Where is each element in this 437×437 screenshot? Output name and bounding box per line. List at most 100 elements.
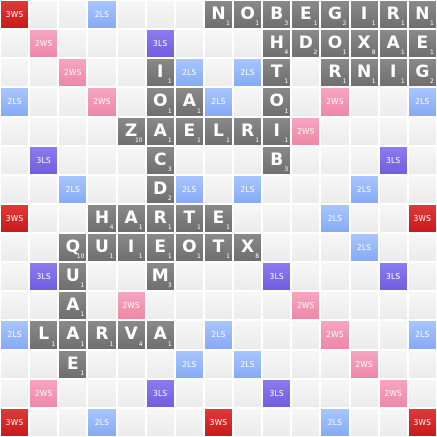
letter-tile[interactable]: E1 [291, 0, 321, 30]
board-square[interactable] [29, 0, 59, 30]
premium-square[interactable]: 2LS [233, 349, 263, 379]
board-square[interactable] [0, 262, 30, 292]
board-square[interactable] [407, 116, 437, 146]
letter-tile[interactable]: E1 [58, 349, 88, 379]
board-square[interactable] [378, 320, 408, 350]
board-square[interactable] [203, 349, 233, 379]
board-square[interactable] [174, 378, 204, 408]
letter-tile[interactable]: G2 [320, 0, 350, 30]
board-square[interactable] [116, 378, 146, 408]
letter-tile[interactable]: E1 [407, 29, 437, 59]
letter-tile[interactable]: N1 [349, 58, 379, 88]
board-square[interactable] [291, 320, 321, 350]
letter-tile[interactable]: R1 [378, 0, 408, 30]
board-square[interactable] [291, 58, 321, 88]
board-square[interactable] [58, 378, 88, 408]
letter-tile[interactable]: D2 [145, 174, 175, 204]
premium-square[interactable]: 2LS [320, 407, 350, 437]
letter-tile[interactable]: O1 [145, 87, 175, 117]
board-square[interactable] [320, 174, 350, 204]
board-square[interactable] [29, 87, 59, 117]
board-square[interactable] [291, 262, 321, 292]
letter-tile[interactable]: X8 [349, 29, 379, 59]
letter-tile[interactable]: A1 [116, 203, 146, 233]
premium-square[interactable]: 2LS [174, 349, 204, 379]
board-square[interactable] [291, 174, 321, 204]
letter-tile[interactable]: B3 [262, 145, 292, 175]
letter-tile[interactable]: R1 [233, 116, 263, 146]
board-square[interactable] [203, 58, 233, 88]
board-square[interactable] [407, 233, 437, 263]
board-square[interactable] [233, 262, 263, 292]
premium-square[interactable]: 2WS [291, 291, 321, 321]
letter-tile[interactable]: T1 [262, 58, 292, 88]
board-square[interactable] [407, 174, 437, 204]
premium-square[interactable]: 2WS [29, 29, 59, 59]
board-square[interactable] [291, 233, 321, 263]
letter-tile[interactable]: N1 [407, 0, 437, 30]
premium-square[interactable]: 3LS [145, 378, 175, 408]
letter-tile[interactable]: R1 [87, 320, 117, 350]
board-square[interactable] [116, 174, 146, 204]
board-square[interactable] [320, 145, 350, 175]
premium-square[interactable]: 2WS [291, 116, 321, 146]
premium-square[interactable]: 3WS [0, 203, 30, 233]
letter-tile[interactable]: I1 [145, 58, 175, 88]
board-square[interactable] [0, 58, 30, 88]
premium-square[interactable]: 2LS [87, 0, 117, 30]
board-square[interactable] [349, 407, 379, 437]
board-square[interactable] [0, 349, 30, 379]
premium-square[interactable]: 2WS [320, 320, 350, 350]
board-square[interactable] [58, 0, 88, 30]
letter-tile[interactable]: A1 [145, 320, 175, 350]
board-square[interactable] [29, 233, 59, 263]
letter-tile[interactable]: O1 [262, 87, 292, 117]
board-square[interactable] [0, 174, 30, 204]
letter-tile[interactable]: E1 [145, 233, 175, 263]
premium-square[interactable]: 2WS [87, 87, 117, 117]
board-square[interactable] [262, 349, 292, 379]
board-square[interactable] [87, 145, 117, 175]
board-square[interactable] [233, 320, 263, 350]
board-square[interactable] [116, 0, 146, 30]
board-square[interactable] [116, 29, 146, 59]
letter-tile[interactable]: H4 [262, 29, 292, 59]
board-square[interactable] [0, 378, 30, 408]
board-square[interactable] [58, 203, 88, 233]
premium-square[interactable]: 3LS [262, 378, 292, 408]
board-square[interactable] [87, 291, 117, 321]
board-square[interactable] [349, 378, 379, 408]
premium-square[interactable]: 2WS [349, 349, 379, 379]
board-square[interactable] [320, 349, 350, 379]
premium-square[interactable]: 2WS [320, 87, 350, 117]
premium-square[interactable]: 2WS [378, 378, 408, 408]
board-square[interactable] [145, 349, 175, 379]
board-square[interactable] [174, 0, 204, 30]
board-square[interactable] [29, 174, 59, 204]
board-square[interactable] [291, 407, 321, 437]
board-square[interactable] [349, 262, 379, 292]
board-square[interactable] [87, 262, 117, 292]
premium-square[interactable]: 2LS [174, 174, 204, 204]
board-square[interactable] [233, 407, 263, 437]
board-square[interactable] [378, 174, 408, 204]
letter-tile[interactable]: A1 [58, 291, 88, 321]
board-square[interactable] [87, 58, 117, 88]
letter-tile[interactable]: B3 [262, 0, 292, 30]
premium-square[interactable]: 2LS [87, 407, 117, 437]
board-square[interactable] [233, 29, 263, 59]
premium-square[interactable]: 3WS [407, 203, 437, 233]
board-square[interactable] [116, 87, 146, 117]
board-square[interactable] [349, 320, 379, 350]
board-square[interactable] [87, 116, 117, 146]
premium-square[interactable]: 2LS [349, 174, 379, 204]
board-square[interactable] [29, 203, 59, 233]
board-square[interactable] [116, 407, 146, 437]
letter-tile[interactable]: T1 [203, 233, 233, 263]
board-square[interactable] [262, 320, 292, 350]
board-square[interactable] [29, 291, 59, 321]
premium-square[interactable]: 3LS [378, 262, 408, 292]
board-square[interactable] [116, 349, 146, 379]
board-square[interactable] [174, 262, 204, 292]
board-square[interactable] [291, 349, 321, 379]
